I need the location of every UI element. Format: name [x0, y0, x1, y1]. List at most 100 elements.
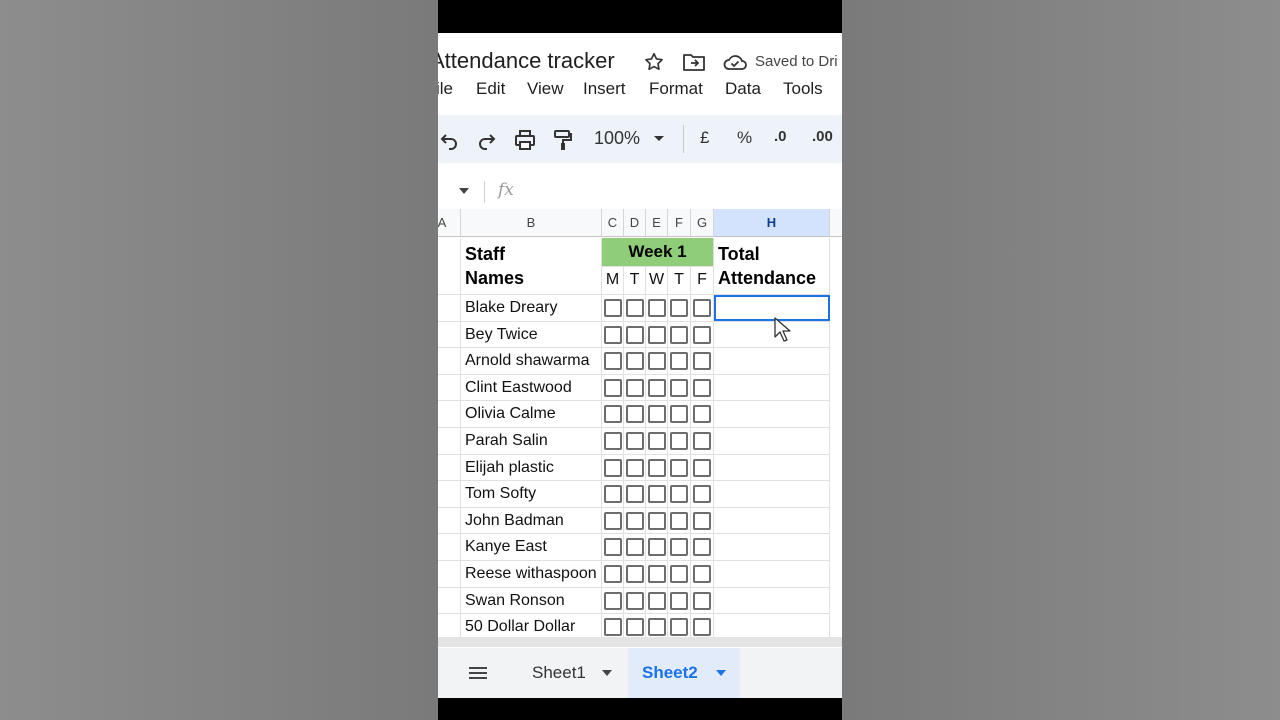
tab-sheet1-menu-icon[interactable] — [602, 670, 612, 676]
total-attendance-cell[interactable] — [714, 587, 830, 615]
attendance-checkbox[interactable] — [648, 458, 666, 477]
attendance-checkbox[interactable] — [626, 538, 644, 557]
paint-format-icon[interactable] — [552, 129, 574, 151]
attendance-checkbox[interactable] — [670, 618, 688, 637]
column-header-g[interactable]: G — [691, 209, 714, 237]
row-number-cell[interactable] — [438, 374, 461, 402]
attendance-checkbox[interactable] — [626, 432, 644, 450]
column-header-a[interactable]: A — [438, 209, 461, 237]
attendance-checkbox[interactable] — [693, 618, 711, 637]
attendance-checkbox[interactable] — [604, 591, 622, 610]
staff-name-cell[interactable]: Reese withaspoon — [461, 561, 602, 588]
name-box-dropdown-icon[interactable] — [458, 186, 470, 196]
row-number-cell[interactable] — [438, 534, 461, 561]
cloud-saved-icon[interactable] — [722, 51, 748, 73]
attendance-checkbox[interactable] — [604, 511, 622, 530]
attendance-checkbox[interactable] — [693, 378, 711, 397]
tab-sheet2[interactable]: Sheet2 — [628, 648, 740, 698]
staff-name-cell[interactable]: Kanye East — [461, 534, 602, 561]
attendance-checkbox[interactable] — [670, 511, 688, 530]
attendance-checkbox[interactable] — [626, 618, 644, 637]
day-monday[interactable]: M — [602, 267, 624, 295]
star-icon[interactable] — [643, 51, 665, 73]
column-header-i[interactable] — [830, 209, 842, 237]
attendance-checkbox[interactable] — [626, 458, 644, 477]
day-wednesday[interactable]: W — [646, 267, 668, 295]
staff-name-cell[interactable]: Clint Eastwood — [461, 374, 602, 402]
attendance-checkbox[interactable] — [693, 299, 711, 317]
tab-sheet2-menu-icon[interactable] — [716, 670, 726, 676]
staff-name-cell[interactable]: John Badman — [461, 507, 602, 535]
selected-cell-h3[interactable] — [714, 295, 830, 321]
move-to-folder-icon[interactable] — [682, 51, 706, 73]
menu-tools[interactable]: Tools — [783, 79, 823, 99]
document-title[interactable]: Attendance tracker — [438, 48, 615, 74]
row-number-cell[interactable] — [438, 454, 461, 482]
staff-name-cell[interactable]: Swan Ronson — [461, 587, 602, 615]
row-number-cell[interactable] — [438, 321, 461, 349]
menu-file[interactable]: ile — [438, 79, 453, 99]
attendance-checkbox[interactable] — [604, 299, 622, 317]
day-friday[interactable]: F — [691, 267, 714, 295]
decrease-decimal-button[interactable]: .0 — [774, 128, 787, 145]
attendance-checkbox[interactable] — [626, 565, 644, 583]
day-thursday[interactable]: T — [668, 267, 691, 295]
currency-format-button[interactable]: £ — [700, 128, 709, 148]
total-attendance-cell[interactable] — [714, 454, 830, 482]
attendance-checkbox[interactable] — [648, 378, 666, 397]
total-attendance-cell[interactable] — [714, 428, 830, 455]
attendance-checkbox[interactable] — [648, 538, 666, 557]
attendance-checkbox[interactable] — [648, 618, 666, 637]
all-sheets-menu-icon[interactable] — [468, 665, 488, 681]
total-attendance-header[interactable]: Total Attendance — [714, 238, 830, 295]
attendance-checkbox[interactable] — [648, 511, 666, 530]
attendance-checkbox[interactable] — [670, 299, 688, 317]
total-attendance-cell[interactable] — [714, 401, 830, 428]
column-header-c[interactable]: C — [602, 209, 624, 237]
column-header-f[interactable]: F — [668, 209, 691, 237]
attendance-checkbox[interactable] — [693, 458, 711, 477]
attendance-checkbox[interactable] — [670, 458, 688, 477]
attendance-checkbox[interactable] — [693, 511, 711, 530]
staff-name-cell[interactable]: Arnold shawarma — [461, 348, 602, 375]
total-attendance-cell[interactable] — [714, 481, 830, 508]
menu-insert[interactable]: Insert — [583, 79, 626, 99]
redo-icon[interactable] — [476, 129, 498, 151]
attendance-checkbox[interactable] — [670, 485, 688, 504]
attendance-checkbox[interactable] — [648, 405, 666, 424]
zoom-dropdown-icon[interactable] — [652, 131, 666, 145]
attendance-checkbox[interactable] — [648, 565, 666, 583]
attendance-checkbox[interactable] — [693, 485, 711, 504]
attendance-checkbox[interactable] — [604, 352, 622, 371]
attendance-checkbox[interactable] — [693, 565, 711, 583]
attendance-checkbox[interactable] — [648, 432, 666, 450]
row-number-cell[interactable] — [438, 348, 461, 375]
column-header-d[interactable]: D — [624, 209, 646, 237]
column-header-b[interactable]: B — [461, 209, 602, 237]
row-number-cell[interactable] — [438, 428, 461, 455]
menu-view[interactable]: View — [527, 79, 564, 99]
attendance-checkbox[interactable] — [626, 591, 644, 610]
column-header-h[interactable]: H — [714, 209, 830, 237]
attendance-checkbox[interactable] — [604, 565, 622, 583]
attendance-checkbox[interactable] — [670, 405, 688, 424]
attendance-checkbox[interactable] — [693, 432, 711, 450]
attendance-checkbox[interactable] — [626, 511, 644, 530]
menu-data[interactable]: Data — [725, 79, 761, 99]
row-number-cell[interactable] — [438, 295, 461, 322]
attendance-checkbox[interactable] — [693, 538, 711, 557]
attendance-checkbox[interactable] — [648, 591, 666, 610]
attendance-checkbox[interactable] — [648, 325, 666, 344]
total-attendance-cell[interactable] — [714, 374, 830, 402]
staff-names-header[interactable]: Staff Names — [461, 238, 602, 295]
staff-name-cell[interactable]: Blake Dreary — [461, 295, 602, 322]
percent-format-button[interactable]: % — [737, 128, 752, 148]
attendance-checkbox[interactable] — [670, 538, 688, 557]
day-tuesday[interactable]: T — [624, 267, 646, 295]
attendance-checkbox[interactable] — [670, 432, 688, 450]
attendance-checkbox[interactable] — [604, 325, 622, 344]
total-attendance-cell[interactable] — [714, 507, 830, 535]
increase-decimal-button[interactable]: .00 — [812, 128, 833, 145]
row-number-cell[interactable] — [438, 561, 461, 588]
row-number-cell[interactable] — [438, 507, 461, 535]
